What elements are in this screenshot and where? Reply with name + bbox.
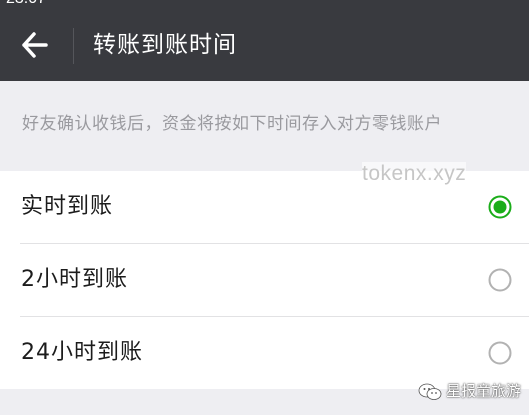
arrow-left-icon — [18, 28, 52, 62]
description-text: 好友确认收钱后，资金将按如下时间存入对方零钱账户 — [22, 114, 442, 134]
page-title: 转账到账时间 — [93, 32, 237, 58]
option-2-hours[interactable]: 2小时到账 — [0, 244, 529, 316]
back-button[interactable] — [18, 28, 52, 62]
option-label: 实时到账 — [21, 194, 114, 219]
radio-unselected[interactable] — [488, 268, 512, 292]
title-divider — [73, 28, 74, 64]
option-label: 24小时到账 — [21, 340, 143, 365]
watermark-brand-text: 星报童旅游 — [446, 382, 522, 400]
option-label: 2小时到账 — [21, 267, 128, 292]
option-24-hours[interactable]: 24小时到账 — [0, 317, 529, 389]
radio-unselected[interactable] — [488, 341, 512, 365]
title-bar: 转账到账时间 — [0, 8, 529, 81]
options-list: 实时到账 2小时到账 24小时到账 — [0, 171, 529, 389]
watermark-url: tokenx.xyz — [362, 162, 467, 186]
status-bar: 23:07 — [0, 0, 529, 8]
status-time: 23:07 — [6, 0, 46, 8]
radio-selected[interactable] — [488, 195, 512, 219]
